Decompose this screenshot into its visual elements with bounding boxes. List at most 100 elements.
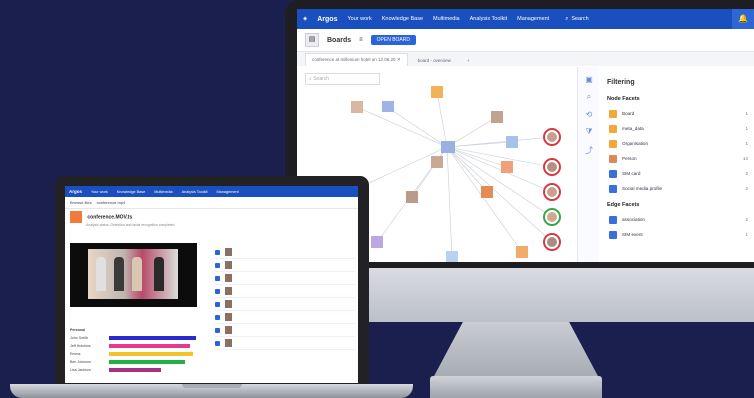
nav-multimedia[interactable]: Multimedia — [433, 16, 460, 22]
facet-count: 1 — [745, 126, 748, 131]
people-table — [215, 246, 355, 350]
laptop-notch — [182, 384, 242, 388]
search-icon[interactable]: ⌕ — [578, 92, 600, 102]
layout-icon[interactable]: ⟲ — [578, 110, 600, 119]
table-row[interactable] — [215, 324, 355, 337]
facet-row-organisation[interactable]: Organisation 1 — [599, 136, 754, 151]
breadcrumb-browse[interactable]: Browse files — [70, 200, 92, 205]
avatar — [225, 313, 232, 321]
graph-node-profile — [382, 101, 394, 112]
nav-search-label: Search — [571, 16, 589, 22]
nav-knowledge-base[interactable]: Knowledge Base — [117, 190, 146, 194]
checkbox[interactable] — [215, 327, 220, 333]
graph-node-sim — [441, 141, 455, 153]
timeline-row[interactable]: Jeff Hutchins — [70, 342, 210, 350]
avatar — [225, 248, 232, 256]
nav-search[interactable]: ⌕ Search — [565, 16, 589, 23]
avatar — [225, 261, 232, 269]
person-icon — [609, 154, 617, 163]
graph-node-person — [431, 156, 443, 168]
social-media-icon — [609, 184, 617, 193]
table-row[interactable] — [215, 246, 355, 259]
checkbox[interactable] — [215, 249, 220, 255]
nav-analysis-toolkit[interactable]: Analysis Toolkit — [182, 190, 208, 194]
facet-row-sim-event[interactable]: SIM event 1 — [599, 227, 754, 242]
checkbox[interactable] — [215, 301, 220, 307]
search-icon: ⌕ — [565, 15, 569, 22]
checkbox[interactable] — [215, 262, 220, 268]
facet-row-person[interactable]: Person 14 — [599, 151, 754, 166]
bell-icon[interactable]: 🔔 — [732, 9, 754, 29]
facet-row-sim-card[interactable]: SIM card 2 — [599, 166, 754, 181]
laptop-screen: Argos Your work Knowledge Base Multimedi… — [65, 186, 358, 383]
board-tabs: conference at millenium hotel on 12.06.2… — [297, 52, 754, 66]
edge-facets-heading: Edge Facets — [607, 202, 640, 208]
argos-logo-icon: ◈ — [303, 16, 308, 22]
facet-label: Social media profile — [622, 186, 663, 191]
subheader: ▤ Boards ≡ OPEN BOARD — [297, 29, 754, 52]
graph-node-person — [491, 111, 503, 123]
timeline-row[interactable]: Lisa Jackson — [70, 366, 210, 374]
filter-icon[interactable]: ⧩ — [578, 127, 600, 137]
nav-multimedia[interactable]: Multimedia — [154, 190, 172, 194]
table-row[interactable] — [215, 285, 355, 298]
laptop-breadcrumb: Browse files conference.mp4 — [65, 197, 358, 209]
menu-icon[interactable]: ≡ — [359, 37, 363, 43]
graph-node-person — [501, 161, 513, 173]
board-icon — [609, 109, 617, 118]
graph-node-organisation — [481, 186, 493, 198]
facet-count: 2 — [745, 171, 748, 176]
node-facets-heading: Node Facets — [607, 96, 640, 102]
meta-data-icon — [609, 124, 617, 133]
table-row[interactable] — [215, 272, 355, 285]
timeline-row[interactable]: John Smith — [70, 334, 210, 342]
graph-node-profile — [506, 136, 518, 148]
facet-row-association[interactable]: association 2 — [599, 212, 754, 227]
checkbox[interactable] — [215, 288, 220, 294]
board-icon: ▤ — [305, 33, 319, 47]
video-player[interactable] — [70, 243, 197, 307]
graph-toolbar: ▣ ⌕ ⟲ ⧩ ⤴ — [577, 67, 601, 262]
graph-node-profile — [371, 236, 383, 248]
graph-node-person — [351, 101, 363, 113]
timeline-label: Lisa Jackson — [70, 368, 91, 372]
nav-analysis-toolkit[interactable]: Analysis Toolkit — [470, 16, 508, 22]
facet-label: SIM event — [622, 232, 643, 237]
app-logo: Argos — [69, 189, 83, 194]
add-tab-icon[interactable]: + — [461, 55, 476, 66]
monitor-stand-foot — [430, 376, 602, 398]
nav-management[interactable]: Management — [517, 16, 549, 22]
nav-knowledge-base[interactable]: Knowledge Base — [382, 16, 423, 22]
nav-your-work[interactable]: Your work — [91, 190, 108, 194]
checkbox[interactable] — [215, 340, 220, 346]
timeline-bar — [109, 360, 185, 364]
avatar — [225, 300, 232, 308]
open-board-button[interactable]: OPEN BOARD — [370, 35, 416, 45]
table-row[interactable] — [215, 311, 355, 324]
facet-row-social-media[interactable]: Social media profile 2 — [599, 181, 754, 196]
facet-row-board[interactable]: Board 1 — [599, 106, 754, 121]
tab-overview[interactable]: board - overview — [412, 55, 457, 66]
facet-count: 1 — [745, 232, 748, 237]
timeline-row[interactable]: Personal — [70, 326, 210, 334]
timeline-row[interactable]: Ben Johnson — [70, 358, 210, 366]
breadcrumb-file: conference.mp4 — [96, 200, 126, 205]
graph-search-placeholder: Search — [313, 76, 330, 82]
timeline-row[interactable]: Emma — [70, 350, 210, 358]
monitor-stand-neck — [433, 322, 599, 378]
table-row[interactable] — [215, 298, 355, 311]
nav-your-work[interactable]: Your work — [347, 16, 371, 22]
checkbox[interactable] — [215, 275, 220, 281]
table-row[interactable] — [215, 337, 355, 350]
laptop-lid: Argos Your work Knowledge Base Multimedi… — [55, 176, 369, 388]
graph-search-input[interactable]: ⌕ Search — [305, 73, 380, 85]
timeline-label: Personal — [70, 328, 86, 332]
share-icon[interactable]: ⤴ — [578, 145, 600, 156]
tab-conference[interactable]: conference at millenium hotel on 12.06.2… — [305, 53, 408, 66]
view-icon[interactable]: ▣ — [578, 75, 600, 84]
table-row[interactable] — [215, 259, 355, 272]
nav-management[interactable]: Management — [217, 190, 239, 194]
facet-row-meta-data[interactable]: meta_data 1 — [599, 121, 754, 136]
facet-label: association — [622, 217, 645, 222]
checkbox[interactable] — [215, 314, 220, 320]
